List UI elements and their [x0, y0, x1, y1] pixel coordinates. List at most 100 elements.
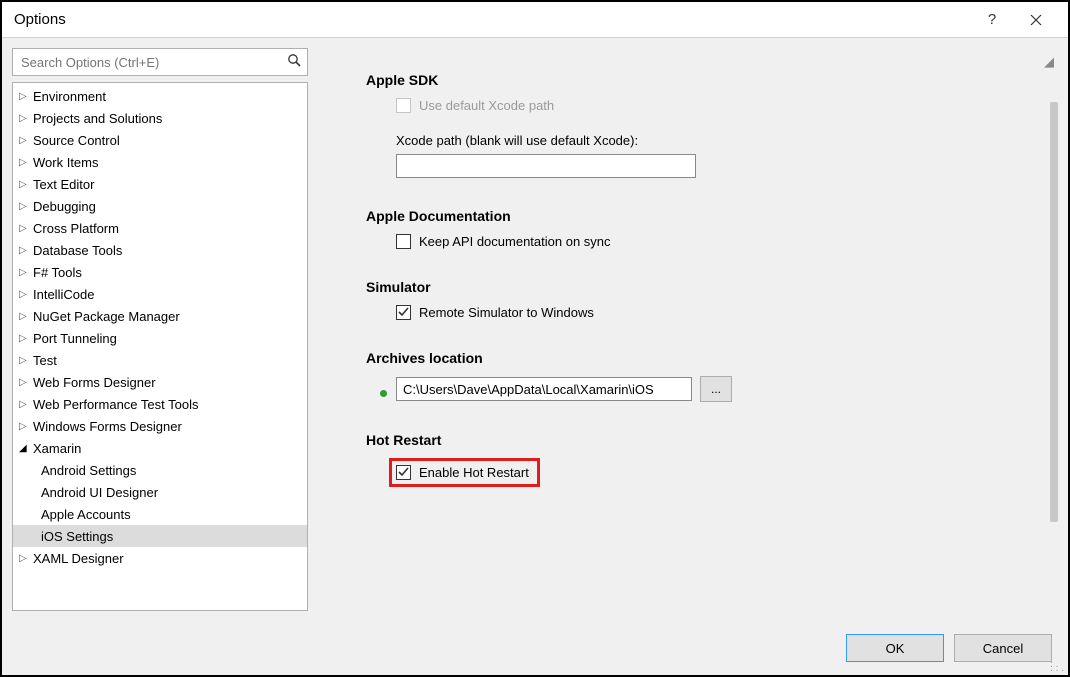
tree-item-android-ui-designer[interactable]: Android UI Designer: [13, 481, 307, 503]
tree-item-text-editor[interactable]: ▷ Text Editor: [13, 173, 307, 195]
tree-item-label: Xamarin: [33, 441, 81, 456]
chevron-right-icon[interactable]: ▷: [19, 267, 29, 278]
chevron-right-icon[interactable]: ▷: [19, 91, 29, 102]
ok-button[interactable]: OK: [846, 634, 944, 662]
tree-item-label: Windows Forms Designer: [33, 419, 182, 434]
chevron-right-icon[interactable]: ▷: [19, 157, 29, 168]
chevron-right-icon[interactable]: ▷: [19, 421, 29, 432]
dialog-footer: OK Cancel .. .. . .: [2, 621, 1068, 675]
resize-grip-top-icon: ◢: [1044, 54, 1054, 70]
keep-api-checkbox[interactable]: [396, 234, 411, 249]
search-wrap: [12, 48, 308, 76]
tree-item-label: IntelliCode: [33, 287, 94, 302]
simulator-title: Simulator: [366, 279, 1036, 295]
remote-simulator-checkbox[interactable]: [396, 305, 411, 320]
tree-item-label: Work Items: [33, 155, 99, 170]
chevron-right-icon[interactable]: ▷: [19, 377, 29, 388]
chevron-right-icon[interactable]: ▷: [19, 135, 29, 146]
tree-item-ios-settings[interactable]: iOS Settings: [13, 525, 307, 547]
tree-item-label: Web Performance Test Tools: [33, 397, 198, 412]
tree-item-label: Source Control: [33, 133, 120, 148]
hot-restart-highlight: Enable Hot Restart: [389, 458, 540, 487]
chevron-right-icon[interactable]: ▷: [19, 201, 29, 212]
tree-item-windows-forms-designer[interactable]: ▷ Windows Forms Designer: [13, 415, 307, 437]
content-area: ▷ Environment ▷ Projects and Solutions ▷ Sour…: [2, 38, 1068, 621]
tree-item-label: Android UI Designer: [41, 485, 158, 500]
tree-item-f-tools[interactable]: ▷ F# Tools: [13, 261, 307, 283]
tree-item-label: NuGet Package Manager: [33, 309, 180, 324]
tree-item-label: Android Settings: [41, 463, 136, 478]
xcode-path-input[interactable]: [396, 154, 696, 178]
search-icon[interactable]: [287, 53, 302, 71]
archives-path-input[interactable]: [396, 377, 692, 401]
dialog-title: Options: [14, 11, 970, 28]
remote-simulator-label: Remote Simulator to Windows: [419, 305, 594, 320]
tree-item-label: Port Tunneling: [33, 331, 117, 346]
status-dot-icon: [380, 390, 387, 397]
tree-item-label: Environment: [33, 89, 106, 104]
section-hot-restart: Hot Restart Enable Hot Restart: [366, 432, 1036, 487]
chevron-right-icon[interactable]: ▷: [19, 399, 29, 410]
browse-button[interactable]: ...: [700, 376, 732, 402]
apple-sdk-title: Apple SDK: [366, 72, 1036, 88]
hot-restart-title: Hot Restart: [366, 432, 1036, 448]
use-default-xcode-checkbox: [396, 98, 411, 113]
tree-item-label: Apple Accounts: [41, 507, 131, 522]
chevron-right-icon[interactable]: ▷: [19, 355, 29, 366]
close-icon: [1030, 14, 1042, 26]
titlebar: Options ?: [2, 2, 1068, 38]
tree-item-label: iOS Settings: [41, 529, 113, 544]
options-tree[interactable]: ▷ Environment ▷ Projects and Solutions ▷ Sour…: [12, 82, 308, 611]
tree-item-debugging[interactable]: ▷ Debugging: [13, 195, 307, 217]
section-apple-docs: Apple Documentation Keep API documentati…: [366, 208, 1036, 249]
chevron-right-icon[interactable]: ▷: [19, 179, 29, 190]
chevron-right-icon[interactable]: ▷: [19, 245, 29, 256]
tree-item-cross-platform[interactable]: ▷ Cross Platform: [13, 217, 307, 239]
tree-item-xamarin[interactable]: ◢ Xamarin: [13, 437, 307, 459]
tree-item-label: Test: [33, 353, 57, 368]
tree-item-label: Debugging: [33, 199, 96, 214]
enable-hot-restart-checkbox[interactable]: [396, 465, 411, 480]
sidebar: ▷ Environment ▷ Projects and Solutions ▷ Sour…: [12, 48, 308, 611]
tree-item-xaml-designer[interactable]: ▷ XAML Designer: [13, 547, 307, 569]
chevron-right-icon[interactable]: ▷: [19, 311, 29, 322]
tree-item-label: Cross Platform: [33, 221, 119, 236]
tree-item-apple-accounts[interactable]: Apple Accounts: [13, 503, 307, 525]
section-simulator: Simulator Remote Simulator to Windows: [366, 279, 1036, 320]
tree-item-source-control[interactable]: ▷ Source Control: [13, 129, 307, 151]
chevron-right-icon[interactable]: ▷: [19, 289, 29, 300]
scrollbar-thumb[interactable]: [1050, 102, 1058, 522]
close-button[interactable]: [1014, 2, 1058, 38]
tree-item-label: Web Forms Designer: [33, 375, 156, 390]
cancel-button[interactable]: Cancel: [954, 634, 1052, 662]
use-default-xcode-label: Use default Xcode path: [419, 98, 554, 113]
archives-title: Archives location: [366, 350, 1036, 366]
apple-docs-title: Apple Documentation: [366, 208, 1036, 224]
chevron-right-icon[interactable]: ▷: [19, 113, 29, 124]
tree-item-nuget-package-manager[interactable]: ▷ NuGet Package Manager: [13, 305, 307, 327]
tree-item-label: Database Tools: [33, 243, 122, 258]
section-archives: Archives location ...: [366, 350, 1036, 402]
tree-item-label: Projects and Solutions: [33, 111, 162, 126]
tree-item-projects-and-solutions[interactable]: ▷ Projects and Solutions: [13, 107, 307, 129]
tree-item-label: Text Editor: [33, 177, 94, 192]
chevron-down-icon[interactable]: ◢: [19, 443, 29, 454]
resize-grip-icon[interactable]: .. .. . .: [1050, 659, 1064, 671]
tree-item-environment[interactable]: ▷ Environment: [13, 85, 307, 107]
tree-item-web-forms-designer[interactable]: ▷ Web Forms Designer: [13, 371, 307, 393]
tree-item-label: F# Tools: [33, 265, 82, 280]
search-input[interactable]: [12, 48, 308, 76]
tree-item-database-tools[interactable]: ▷ Database Tools: [13, 239, 307, 261]
chevron-right-icon[interactable]: ▷: [19, 333, 29, 344]
xcode-path-label: Xcode path (blank will use default Xcode…: [396, 133, 1036, 148]
tree-item-work-items[interactable]: ▷ Work Items: [13, 151, 307, 173]
chevron-right-icon[interactable]: ▷: [19, 223, 29, 234]
help-button[interactable]: ?: [970, 2, 1014, 38]
tree-item-label: XAML Designer: [33, 551, 124, 566]
tree-item-test[interactable]: ▷ Test: [13, 349, 307, 371]
tree-item-port-tunneling[interactable]: ▷ Port Tunneling: [13, 327, 307, 349]
tree-item-web-performance-test-tools[interactable]: ▷ Web Performance Test Tools: [13, 393, 307, 415]
chevron-right-icon[interactable]: ▷: [19, 553, 29, 564]
tree-item-android-settings[interactable]: Android Settings: [13, 459, 307, 481]
tree-item-intellicode[interactable]: ▷ IntelliCode: [13, 283, 307, 305]
